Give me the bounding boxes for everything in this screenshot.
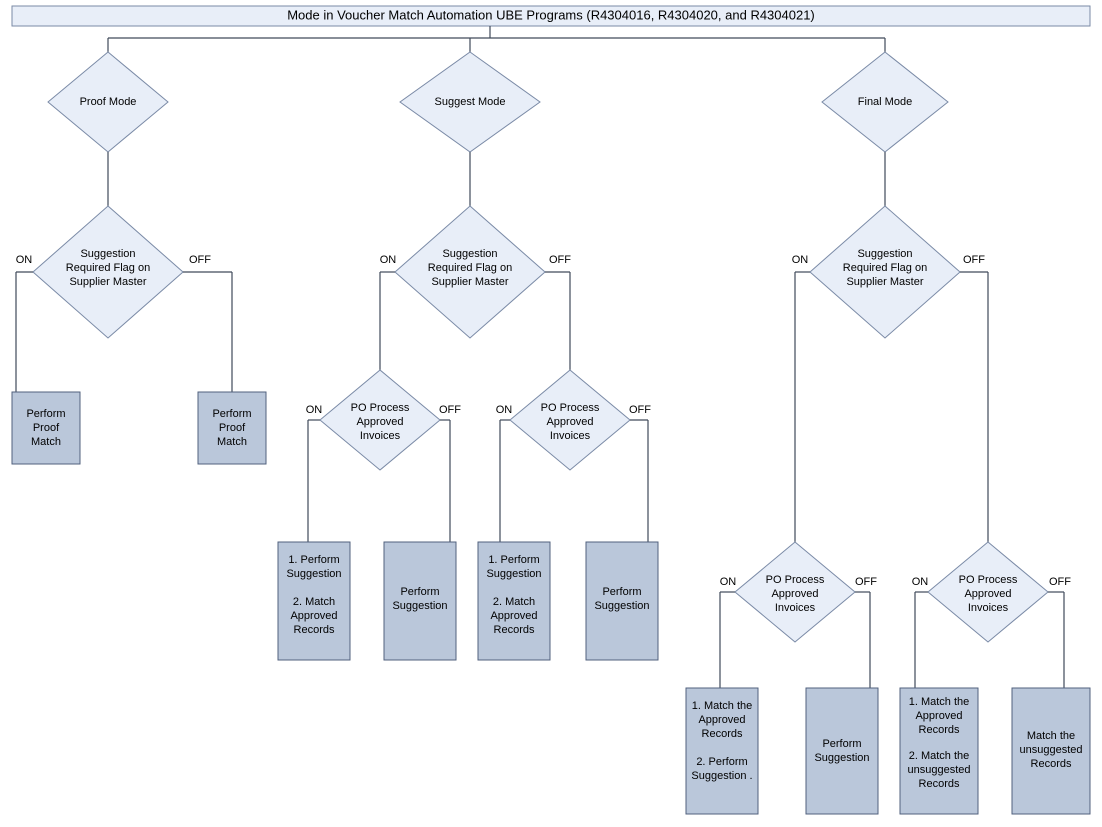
suggest-mode-diamond: Suggest Mode <box>400 52 540 152</box>
final-off-po-diamond: PO Process Approved Invoices <box>928 542 1048 642</box>
svg-text:Invoices: Invoices <box>360 430 401 442</box>
svg-text:PO Process: PO Process <box>351 402 410 414</box>
svg-text:Invoices: Invoices <box>968 602 1009 614</box>
suggest-on-label: ON <box>380 254 397 266</box>
svg-text:Suggestion: Suggestion <box>814 752 869 764</box>
svg-text:Final Mode: Final Mode <box>858 96 912 108</box>
svg-text:OFF: OFF <box>439 404 461 416</box>
proof-mode-diamond: Proof Mode <box>48 52 168 152</box>
svg-text:Supplier Master: Supplier Master <box>69 276 146 288</box>
final-mode-diamond: Final Mode <box>822 52 948 152</box>
svg-text:Perform: Perform <box>602 586 641 598</box>
svg-text:Invoices: Invoices <box>550 430 591 442</box>
svg-text:Proof: Proof <box>33 422 60 434</box>
svg-text:Perform: Perform <box>26 408 65 420</box>
svg-text:Required Flag on: Required Flag on <box>428 262 512 274</box>
svg-text:1. Perform: 1. Perform <box>488 554 539 566</box>
svg-text:Suggestion: Suggestion <box>857 248 912 260</box>
svg-text:Approved: Approved <box>915 710 962 722</box>
svg-text:1. Perform: 1. Perform <box>288 554 339 566</box>
svg-text:Records: Records <box>702 728 743 740</box>
svg-text:ON: ON <box>720 576 737 588</box>
svg-text:Suggestion: Suggestion <box>80 248 135 260</box>
svg-text:OFF: OFF <box>1049 576 1071 588</box>
svg-text:1. Match the: 1. Match the <box>692 700 753 712</box>
svg-text:Suggestion: Suggestion <box>392 600 447 612</box>
svg-text:OFF: OFF <box>629 404 651 416</box>
final-on-label: ON <box>792 254 809 266</box>
svg-text:Approved: Approved <box>490 610 537 622</box>
svg-text:Match: Match <box>217 436 247 448</box>
final-on-po-diamond: PO Process Approved Invoices <box>735 542 855 642</box>
svg-text:Perform: Perform <box>822 738 861 750</box>
svg-text:unsuggested: unsuggested <box>1020 744 1083 756</box>
svg-text:PO Process: PO Process <box>541 402 600 414</box>
svg-text:Supplier Master: Supplier Master <box>846 276 923 288</box>
svg-text:Proof: Proof <box>219 422 246 434</box>
svg-text:ON: ON <box>912 576 929 588</box>
svg-text:unsuggested: unsuggested <box>908 764 971 776</box>
svg-text:Match the: Match the <box>1027 730 1075 742</box>
svg-text:PO Process: PO Process <box>959 574 1018 586</box>
svg-text:1. Match the: 1. Match the <box>909 696 970 708</box>
suggest-on-po-diamond: PO Process Approved Invoices <box>320 370 440 470</box>
svg-text:Supplier Master: Supplier Master <box>431 276 508 288</box>
proof-suggestion-flag-diamond: Suggestion Required Flag on Supplier Mas… <box>33 206 183 338</box>
svg-text:Approved: Approved <box>964 588 1011 600</box>
svg-text:Required Flag on: Required Flag on <box>66 262 150 274</box>
flowchart-canvas: Mode in Voucher Match Automation UBE Pro… <box>0 0 1102 827</box>
svg-text:Proof Mode: Proof Mode <box>80 96 137 108</box>
svg-text:PO Process: PO Process <box>766 574 825 586</box>
svg-text:Approved: Approved <box>356 416 403 428</box>
suggest-suggestion-flag-diamond: Suggestion Required Flag on Supplier Mas… <box>395 206 545 338</box>
svg-text:Records: Records <box>919 778 960 790</box>
svg-text:2. Match: 2. Match <box>493 596 535 608</box>
svg-text:ON: ON <box>306 404 323 416</box>
svg-text:Perform: Perform <box>400 586 439 598</box>
svg-text:Records: Records <box>294 624 335 636</box>
svg-text:Suggestion .: Suggestion . <box>691 770 752 782</box>
svg-text:Records: Records <box>1031 758 1072 770</box>
svg-text:Approved: Approved <box>546 416 593 428</box>
svg-text:Records: Records <box>919 724 960 736</box>
svg-text:2. Match: 2. Match <box>293 596 335 608</box>
svg-text:Match: Match <box>31 436 61 448</box>
svg-text:Perform: Perform <box>212 408 251 420</box>
svg-text:Approved: Approved <box>698 714 745 726</box>
svg-text:Records: Records <box>494 624 535 636</box>
svg-text:Required Flag on: Required Flag on <box>843 262 927 274</box>
svg-text:Approved: Approved <box>290 610 337 622</box>
svg-text:Suggest Mode: Suggest Mode <box>435 96 506 108</box>
svg-text:Suggestion: Suggestion <box>286 568 341 580</box>
final-off-label: OFF <box>963 254 985 266</box>
suggest-off-po-diamond: PO Process Approved Invoices <box>510 370 630 470</box>
svg-text:OFF: OFF <box>855 576 877 588</box>
svg-text:Suggestion: Suggestion <box>594 600 649 612</box>
svg-text:Suggestion: Suggestion <box>486 568 541 580</box>
proof-on-label: ON <box>16 254 33 266</box>
final-suggestion-flag-diamond: Suggestion Required Flag on Supplier Mas… <box>810 206 960 338</box>
svg-text:Invoices: Invoices <box>775 602 816 614</box>
svg-text:Approved: Approved <box>771 588 818 600</box>
svg-text:2. Match the: 2. Match the <box>909 750 970 762</box>
svg-text:ON: ON <box>496 404 513 416</box>
svg-text:2. Perform: 2. Perform <box>696 756 747 768</box>
title-text: Mode in Voucher Match Automation UBE Pro… <box>287 7 815 22</box>
suggest-off-label: OFF <box>549 254 571 266</box>
proof-off-label: OFF <box>189 254 211 266</box>
svg-text:Suggestion: Suggestion <box>442 248 497 260</box>
